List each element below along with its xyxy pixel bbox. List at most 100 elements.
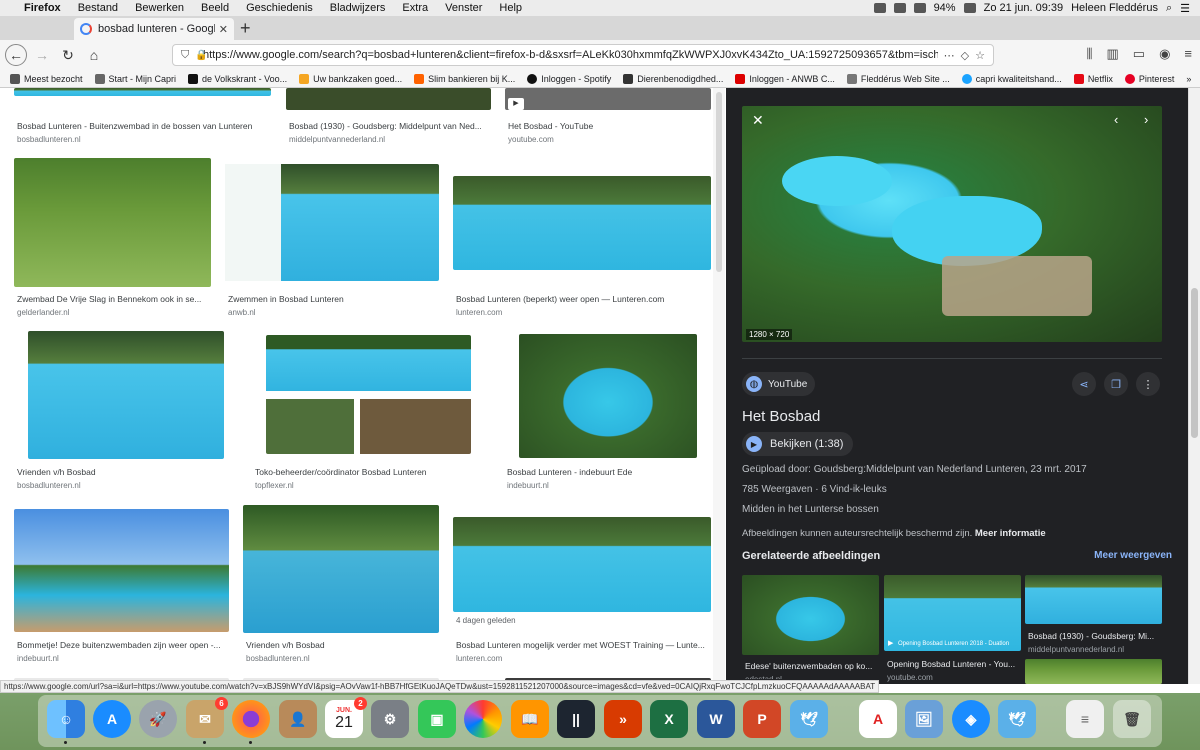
excel-icon[interactable]: X — [650, 700, 688, 738]
menubar-datetime[interactable]: Zo 21 jun. 09:39 — [984, 2, 1064, 14]
more-dots-icon[interactable]: ⋯ — [944, 49, 955, 62]
result-thumbnail[interactable] — [243, 505, 439, 633]
show-more-link[interactable]: Meer weergeven — [1094, 550, 1172, 561]
watch-button[interactable]: ▶ Bekijken (1:38) — [742, 432, 854, 456]
preview-image[interactable] — [742, 106, 1162, 342]
trash-icon[interactable]: 🗑 — [1113, 700, 1151, 738]
preview-icon[interactable]: 🖼 — [905, 700, 943, 738]
bookmark-item[interactable]: Inloggen - ANWB C... — [735, 73, 835, 84]
result-thumbnail[interactable] — [14, 158, 211, 287]
result-source[interactable]: indebuurt.nl — [507, 481, 549, 490]
bookmark-star-icon[interactable]: ☆ — [975, 49, 985, 62]
result-caption[interactable]: Toko-beheerder/coördinator Bosbad Lunter… — [255, 467, 490, 477]
account-icon[interactable]: ◉ — [1159, 46, 1170, 62]
parallels-icon[interactable]: || — [557, 700, 595, 738]
result-thumbnail[interactable] — [286, 88, 491, 110]
menu-bewerken[interactable]: Bewerken — [135, 2, 184, 14]
related-title[interactable]: Bosbad (1930) - Goudsberg: Mi... — [1028, 631, 1163, 641]
result-caption[interactable]: Vrienden v/h Bosbad — [246, 640, 436, 650]
launchpad-icon[interactable]: 🚀 — [139, 700, 177, 738]
remote-desktop-icon[interactable]: » — [604, 700, 642, 738]
more-info-link[interactable]: Meer informatie — [975, 528, 1046, 539]
result-source[interactable]: middelpuntvannederland.nl — [289, 135, 385, 144]
menu-venster[interactable]: Venster — [445, 2, 482, 14]
result-source[interactable]: lunteren.com — [456, 654, 502, 663]
bookmarks-overflow-icon[interactable]: » — [1186, 74, 1191, 84]
related-title[interactable]: Opening Bosbad Lunteren - You... — [887, 659, 1022, 669]
calendar-icon[interactable]: JUN. 21 2 — [325, 697, 367, 738]
menu-beeld[interactable]: Beeld — [201, 2, 229, 14]
control-center-icon[interactable]: ☰ — [1180, 2, 1190, 15]
bookmark-item[interactable]: de Volkskrant - Voo... — [188, 73, 287, 84]
result-source[interactable]: bosbadlunteren.nl — [17, 135, 81, 144]
status-icon[interactable] — [893, 3, 906, 13]
bookmark-item[interactable]: Meest bezocht — [10, 73, 83, 84]
result-caption[interactable]: Bosbad (1930) - Goudsberg: Middelpunt va… — [289, 121, 494, 131]
related-title[interactable]: Edese' buitenzwembaden op ko... — [745, 661, 880, 671]
results-scrollbar[interactable] — [713, 88, 725, 684]
battery-percent[interactable]: 94% — [934, 2, 956, 14]
menu-app-firefox[interactable]: Firefox — [24, 2, 61, 14]
powerpoint-icon[interactable]: P — [743, 700, 781, 738]
tab-google-search[interactable]: bosbad lunteren - Google Zoeken ✕ — [74, 18, 234, 40]
library-icon[interactable]: ⫼ — [1086, 46, 1092, 62]
source-chip[interactable]: ◍ YouTube — [742, 372, 816, 396]
more-vert-icon[interactable]: ⋮ — [1136, 372, 1160, 396]
menu-help[interactable]: Help — [499, 2, 522, 14]
home-icon[interactable]: ⌂ — [83, 44, 105, 66]
related-thumbnail[interactable] — [1025, 575, 1162, 624]
acrobat-icon[interactable]: A — [859, 700, 897, 738]
result-source[interactable]: lunteren.com — [456, 308, 502, 317]
bookmark-item[interactable]: Dierenbenodigdhed... — [623, 73, 723, 84]
bird-app-icon[interactable]: 🕊 — [790, 700, 828, 738]
page-scrollbar[interactable] — [1188, 88, 1200, 684]
facetime-icon[interactable]: ▣ — [418, 700, 456, 738]
menubar-user[interactable]: Heleen Fleddérus — [1071, 2, 1158, 14]
result-thumbnail[interactable] — [28, 331, 224, 459]
result-thumbnail[interactable] — [266, 335, 471, 454]
photos-icon[interactable] — [464, 700, 502, 738]
results-scrollbar-thumb[interactable] — [716, 92, 722, 272]
word-icon[interactable]: W — [697, 700, 735, 738]
result-thumbnail[interactable] — [14, 509, 229, 632]
shield-icon[interactable]: ⛉ — [181, 49, 189, 62]
result-source[interactable]: anwb.nl — [228, 308, 256, 317]
close-icon[interactable]: ✕ — [752, 112, 764, 129]
result-caption[interactable]: Bosbad Lunteren (beperkt) weer open — Lu… — [456, 294, 711, 304]
close-tab-icon[interactable]: ✕ — [219, 23, 228, 36]
preview-title[interactable]: Het Bosbad — [742, 408, 820, 425]
bookmark-item[interactable]: Slim bankieren bij K... — [414, 73, 515, 84]
forward-arrow-icon[interactable]: → — [31, 44, 53, 66]
document-icon[interactable]: ≡ — [1066, 700, 1104, 738]
pocket-icon[interactable]: ◇ — [961, 49, 969, 62]
lock-icon[interactable]: 🔒 — [195, 50, 207, 61]
bookmark-item[interactable]: Netflix — [1073, 73, 1113, 84]
url-text[interactable]: https://www.google.com/search?q=bosbad+l… — [203, 49, 938, 61]
finder-icon[interactable]: ☺ — [47, 700, 85, 738]
search-icon[interactable]: ⌕ — [1166, 2, 1172, 15]
bookmark-item[interactable]: Inloggen - Spotify — [527, 73, 611, 84]
related-thumbnail[interactable] — [742, 575, 879, 655]
bird-app-2-icon[interactable]: 🕊 — [998, 700, 1036, 738]
result-caption[interactable]: Het Bosbad - YouTube — [508, 121, 708, 131]
result-thumbnail[interactable] — [14, 88, 271, 96]
app-store-icon[interactable]: A — [93, 700, 131, 738]
bookmark-item[interactable]: Start - Mijn Capri — [94, 73, 176, 84]
menu-bestand[interactable]: Bestand — [78, 2, 118, 14]
result-caption[interactable]: Bosbad Lunteren - Buitenzwembad in de bo… — [17, 121, 272, 131]
bookmark-item[interactable]: capri kwaliteitshand... — [961, 73, 1062, 84]
menu-extra[interactable]: Extra — [402, 2, 428, 14]
save-icon[interactable]: ❐ — [1104, 372, 1128, 396]
contacts-icon[interactable]: 👤 — [279, 700, 317, 738]
wifi-icon[interactable] — [913, 3, 926, 13]
related-thumbnail[interactable] — [1025, 659, 1162, 684]
menu-bladwijzers[interactable]: Bladwijzers — [330, 2, 386, 14]
page-scrollbar-thumb[interactable] — [1191, 288, 1198, 438]
result-caption[interactable]: Zwembad De Vrije Slag in Bennekom ook in… — [17, 294, 212, 304]
result-source[interactable]: bosbadlunteren.nl — [17, 481, 81, 490]
cloud-icon[interactable] — [873, 3, 886, 13]
result-source[interactable]: bosbadlunteren.nl — [246, 654, 310, 663]
result-thumbnail[interactable] — [505, 88, 711, 110]
result-thumbnail[interactable] — [519, 334, 697, 458]
result-caption[interactable]: Vrienden v/h Bosbad — [17, 467, 237, 477]
